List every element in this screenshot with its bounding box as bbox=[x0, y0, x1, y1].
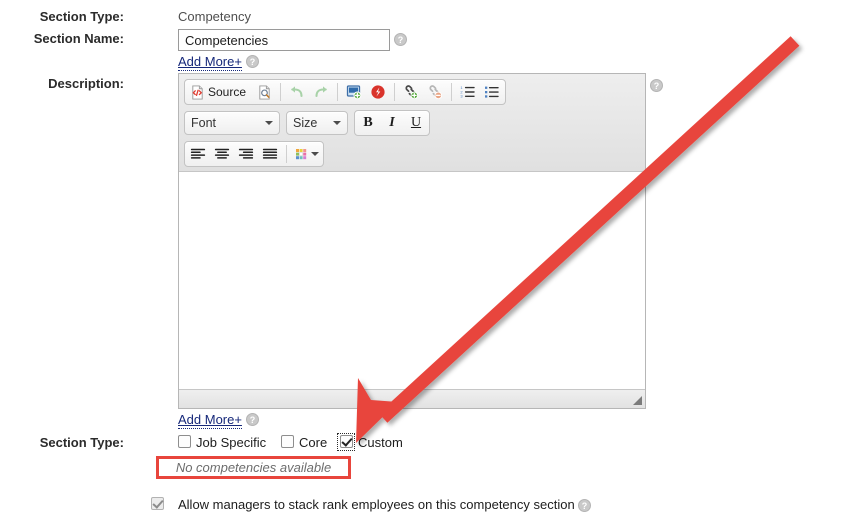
add-more-link-name[interactable]: Add More+ bbox=[178, 54, 242, 71]
checkbox-job-specific[interactable] bbox=[178, 435, 191, 448]
align-right-icon[interactable] bbox=[234, 143, 258, 165]
editor-toolbar: Source 1 2 3 Font Size B I U bbox=[179, 74, 645, 172]
toolbar-separator-3 bbox=[394, 83, 396, 101]
toolbar-separator-2 bbox=[337, 83, 339, 101]
underline-label: U bbox=[410, 115, 422, 130]
toolbar-group-basic-styles: B I U bbox=[354, 110, 430, 136]
toolbar-group-document: Source 1 2 3 bbox=[184, 79, 507, 105]
section-type-value: Competency bbox=[178, 9, 251, 24]
underline-button[interactable]: U bbox=[404, 112, 428, 134]
checkbox-custom-label: Custom bbox=[358, 435, 403, 450]
editor-footer bbox=[179, 389, 645, 408]
toolbar-separator-5 bbox=[286, 145, 287, 163]
editor-toolbar-row-1: Source 1 2 3 bbox=[184, 79, 640, 105]
source-button-label: Source bbox=[208, 85, 247, 99]
section-name-help-icon[interactable]: ? bbox=[394, 33, 407, 46]
chevron-down-icon bbox=[311, 152, 319, 156]
stack-rank-help-icon[interactable]: ? bbox=[578, 499, 591, 512]
add-more-help-icon-description[interactable]: ? bbox=[246, 413, 259, 426]
chevron-down-icon bbox=[333, 121, 341, 125]
preview-icon[interactable] bbox=[252, 81, 276, 103]
checkbox-stack-rank bbox=[151, 497, 164, 510]
unlink-icon[interactable] bbox=[423, 81, 447, 103]
section-type-label-2: Section Type: bbox=[39, 435, 124, 450]
checkbox-stack-rank-label: Allow managers to stack rank employees o… bbox=[178, 497, 575, 512]
svg-text:3: 3 bbox=[460, 94, 463, 99]
section-type-label: Section Type: bbox=[39, 9, 124, 24]
rich-text-editor[interactable]: Source 1 2 3 Font Size B I U bbox=[178, 73, 646, 409]
add-more-help-icon-name[interactable]: ? bbox=[246, 55, 259, 68]
font-family-combo-label: Font bbox=[191, 116, 217, 130]
checkbox-job-specific-label: Job Specific bbox=[196, 435, 267, 450]
font-size-combo[interactable]: Size bbox=[286, 111, 348, 135]
description-help-icon[interactable]: ? bbox=[650, 79, 663, 92]
no-competencies-warning-box: No competencies available bbox=[156, 456, 351, 479]
undo-icon[interactable] bbox=[285, 81, 309, 103]
font-size-combo-label: Size bbox=[293, 116, 318, 130]
font-family-combo[interactable]: Font bbox=[184, 111, 280, 135]
form-page: Section Type: Competency Section Name: ?… bbox=[0, 0, 859, 515]
section-name-label: Section Name: bbox=[33, 31, 124, 46]
align-justify-icon[interactable] bbox=[258, 143, 282, 165]
flash-icon[interactable] bbox=[366, 81, 390, 103]
editor-content-area[interactable] bbox=[179, 185, 645, 390]
add-more-link-description[interactable]: Add More+ bbox=[178, 412, 242, 429]
checkbox-core-label: Core bbox=[299, 435, 328, 450]
chevron-down-icon bbox=[265, 121, 273, 125]
bold-button[interactable]: B bbox=[356, 112, 380, 134]
resize-grip-icon[interactable] bbox=[633, 396, 642, 405]
editor-toolbar-row-2: Font Size B I U bbox=[184, 110, 640, 136]
align-center-icon[interactable] bbox=[210, 143, 234, 165]
toolbar-separator-4 bbox=[451, 83, 453, 101]
image-icon[interactable] bbox=[342, 81, 366, 103]
numbered-list-icon[interactable]: 123 bbox=[456, 81, 480, 103]
bold-label: B bbox=[363, 115, 373, 130]
italic-button[interactable]: I bbox=[380, 112, 404, 134]
redo-icon[interactable] bbox=[309, 81, 333, 103]
link-icon[interactable] bbox=[399, 81, 423, 103]
checkbox-custom[interactable] bbox=[340, 435, 353, 448]
source-button[interactable]: Source bbox=[186, 81, 252, 103]
description-label: Description: bbox=[48, 76, 124, 91]
bulleted-list-icon[interactable] bbox=[480, 81, 504, 103]
editor-toolbar-row-3 bbox=[184, 141, 640, 167]
toolbar-separator-1 bbox=[280, 83, 282, 101]
align-left-icon[interactable] bbox=[186, 143, 210, 165]
text-color-icon[interactable] bbox=[291, 143, 322, 165]
italic-label: I bbox=[389, 115, 395, 130]
section-name-input[interactable] bbox=[178, 29, 390, 51]
checkbox-core[interactable] bbox=[281, 435, 294, 448]
toolbar-group-paragraph bbox=[184, 141, 324, 167]
no-competencies-message: No competencies available bbox=[175, 460, 332, 475]
